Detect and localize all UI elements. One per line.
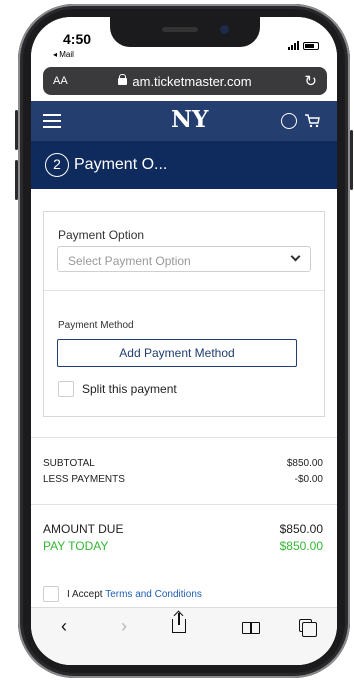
address-bar[interactable]: AA am.ticketmaster.com ↻ <box>43 67 327 95</box>
accept-terms-checkbox[interactable] <box>43 586 59 602</box>
url-display: am.ticketmaster.com <box>43 74 327 89</box>
site-header: NY <box>31 101 337 141</box>
back-to-mail-link[interactable]: ◂ Mail <box>53 50 74 59</box>
divider <box>44 290 324 291</box>
accept-terms-text: I Accept Terms and Conditions <box>67 589 202 600</box>
split-payment-checkbox[interactable] <box>58 381 74 397</box>
hamburger-menu-icon[interactable] <box>43 114 61 128</box>
terms-row: I Accept Terms and Conditions <box>43 585 333 605</box>
volume-up-button <box>15 110 18 150</box>
notch <box>110 17 260 47</box>
power-button <box>350 130 353 190</box>
forward-button[interactable]: › <box>121 616 127 637</box>
terms-link[interactable]: Terms and Conditions <box>105 589 202 600</box>
lock-icon <box>118 74 128 85</box>
payment-option-placeholder: Select Payment Option <box>68 254 191 268</box>
step-title: Payment O... <box>74 156 168 173</box>
payment-card: Payment Option Select Payment Option Pay… <box>43 211 325 417</box>
payment-method-label: Payment Method <box>58 320 134 331</box>
phone-screen: 4:50 ◂ Mail AA am.ticketmaster.com ↻ NY … <box>31 17 337 665</box>
reload-icon[interactable]: ↻ <box>304 72 317 90</box>
add-payment-method-button[interactable]: Add Payment Method <box>57 339 297 367</box>
tabs-icon[interactable] <box>299 619 317 637</box>
chevron-down-icon <box>290 251 301 262</box>
bookmarks-icon[interactable] <box>242 622 260 634</box>
pay-today-value: $850.00 <box>279 539 323 553</box>
less-payments-value: -$0.00 <box>294 474 323 485</box>
amount-due-value: $850.00 <box>279 522 323 536</box>
speaker <box>162 27 198 32</box>
less-payments-label: LESS PAYMENTS <box>43 474 125 485</box>
order-totals: SUBTOTAL $850.00 LESS PAYMENTS -$0.00 AM… <box>31 437 337 581</box>
step-number: 2 <box>45 153 69 177</box>
back-button[interactable]: ‹ <box>61 616 67 637</box>
divider <box>31 504 337 505</box>
share-icon[interactable] <box>172 613 186 633</box>
accept-terms-prefix: I Accept <box>67 589 106 600</box>
front-camera <box>220 25 229 34</box>
status-icons <box>288 41 319 50</box>
signal-icon <box>288 41 299 50</box>
checkout-step-banner: 2 Payment O... <box>31 141 337 189</box>
payment-option-select[interactable]: Select Payment Option <box>57 246 311 272</box>
clock: 4:50 <box>63 31 92 47</box>
payment-option-label: Payment Option <box>58 228 145 242</box>
split-payment-label: Split this payment <box>82 382 177 396</box>
browser-toolbar: ‹ › <box>31 607 337 665</box>
account-icon[interactable] <box>281 113 297 129</box>
amount-due-label: AMOUNT DUE <box>43 522 124 536</box>
subtotal-value: $850.00 <box>286 458 323 469</box>
url-text: am.ticketmaster.com <box>132 74 252 89</box>
battery-icon <box>303 42 319 50</box>
subtotal-label: SUBTOTAL <box>43 458 95 469</box>
pay-today-label: PAY TODAY <box>43 539 109 553</box>
cart-icon[interactable] <box>304 113 320 129</box>
volume-down-button <box>15 160 18 200</box>
yankees-logo[interactable]: NY <box>171 106 208 133</box>
